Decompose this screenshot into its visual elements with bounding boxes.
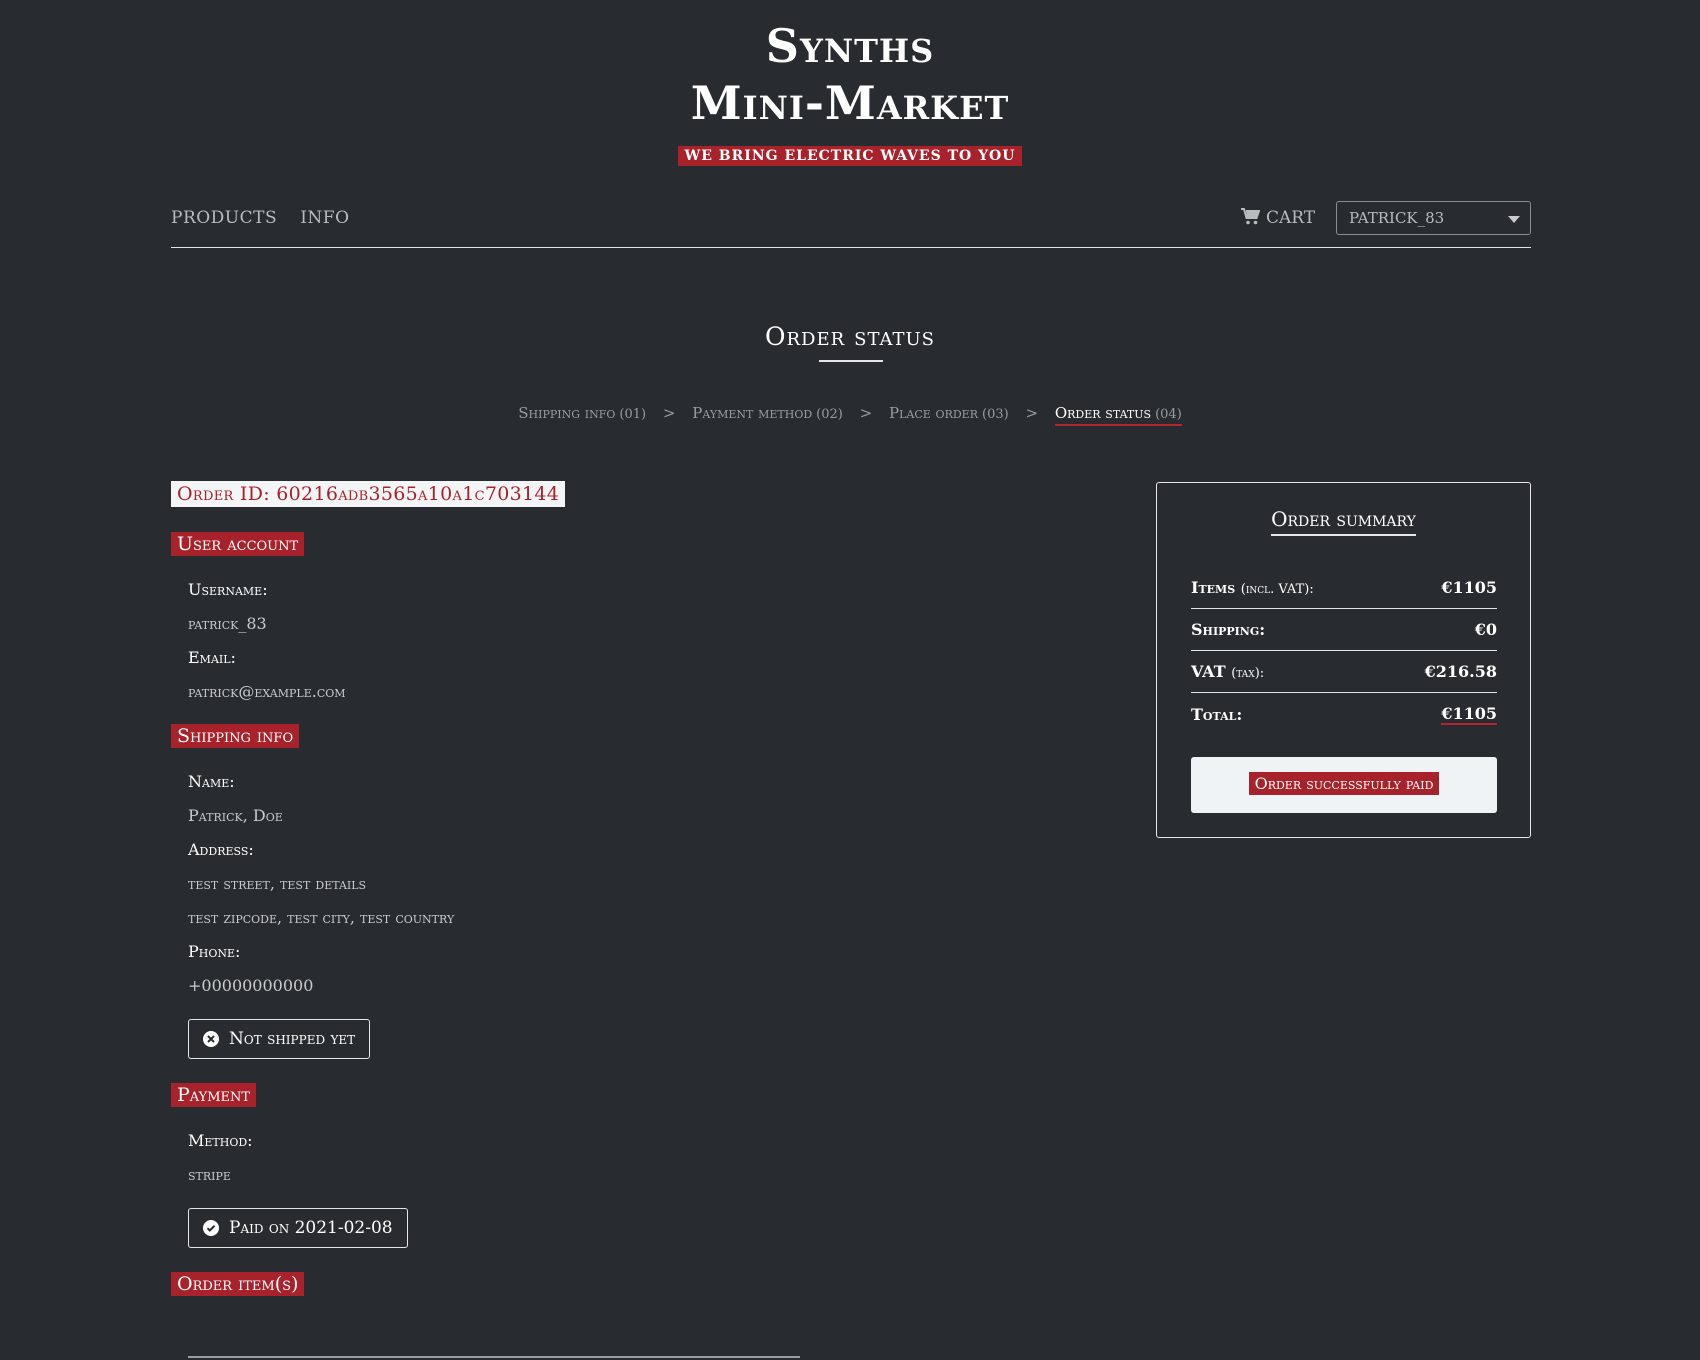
username-label: Username: <box>188 580 268 599</box>
address-line-1: test street, test details <box>188 874 367 893</box>
step-separator: > <box>1025 404 1039 422</box>
total-label: Total: <box>1191 704 1243 724</box>
vat-value: €216.58 <box>1424 662 1497 681</box>
items-value: €1105 <box>1441 578 1497 597</box>
order-summary-card: Order summary Items (incl. VAT): €1105 S… <box>1156 482 1531 838</box>
chevron-down-icon <box>1508 216 1520 223</box>
vat-label: VAT <box>1191 662 1226 681</box>
email-value: patrick@example.com <box>188 682 346 701</box>
cart-link[interactable]: CART <box>1241 208 1315 228</box>
order-id: Order ID: 60216adb3565a10a1c703144 <box>171 481 566 507</box>
payment-status-badge: Paid on 2021-02-08 <box>188 1208 408 1248</box>
shipping-status-badge: Not shipped yet <box>188 1019 371 1059</box>
method-label: Method: <box>188 1131 253 1150</box>
user-dropdown[interactable]: patrick_83 <box>1336 201 1531 235</box>
summary-row-items: Items (incl. VAT): €1105 <box>1191 567 1497 609</box>
payment-confirmation: Order successfully paid <box>1191 757 1497 813</box>
email-label: Email: <box>188 648 236 667</box>
name-value: Patrick, Doe <box>188 806 283 825</box>
site-brand: Synths Mini-Market <box>0 18 1700 132</box>
method-value: stripe <box>188 1165 231 1184</box>
summary-row-shipping: Shipping: €0 <box>1191 609 1497 651</box>
user-dropdown-value: patrick_83 <box>1349 209 1445 227</box>
x-circle-icon <box>203 1031 219 1047</box>
step-order-status[interactable]: Order status (04) <box>1054 404 1182 426</box>
shipping-status-text: Not shipped yet <box>229 1029 356 1049</box>
section-heading-user-account: User account <box>171 532 305 556</box>
shipping-label: Shipping: <box>1191 620 1266 639</box>
step-separator: > <box>859 404 873 422</box>
checkout-steps: Shipping info (01) > Payment method (02) >… <box>0 404 1700 426</box>
phone-label: Phone: <box>188 942 241 961</box>
items-sublabel: (incl. VAT): <box>1240 582 1314 597</box>
step-separator: > <box>662 404 676 422</box>
brand-title-line2: Mini-Market <box>690 76 1010 130</box>
main-nav: PRODUCTS INFO CART patrick_83 <box>171 201 1531 248</box>
brand-title-line1: Synths <box>765 19 935 73</box>
title-divider <box>819 360 883 362</box>
paid-status-badge: Order successfully paid <box>1248 772 1440 795</box>
address-label: Address: <box>188 840 254 859</box>
brand-tagline: WE BRING ELECTRIC WAVES TO YOU <box>677 146 1023 166</box>
total-value: €1105 <box>1441 703 1497 725</box>
address-line-2: test zipcode, test city, test country <box>188 908 455 927</box>
shipping-value: €0 <box>1474 620 1497 639</box>
page-title: Order status <box>765 322 935 351</box>
items-label: Items <box>1191 578 1236 597</box>
username-value: patrick_83 <box>188 614 267 633</box>
section-heading-shipping-info: Shipping info <box>171 724 300 748</box>
summary-row-total: Total: €1105 <box>1191 693 1497 735</box>
name-label: Name: <box>188 772 235 791</box>
section-heading-payment: Payment <box>171 1083 257 1107</box>
order-summary-title: Order summary <box>1271 507 1416 536</box>
check-circle-icon <box>203 1220 219 1236</box>
step-shipping-info[interactable]: Shipping info (01) <box>518 404 646 422</box>
summary-row-vat: VAT (tax): €216.58 <box>1191 651 1497 693</box>
phone-value: +00000000000 <box>188 976 314 995</box>
order-details: Order ID: 60216adb3565a10a1c703144 User … <box>171 481 1071 1296</box>
vat-sublabel: (tax): <box>1231 666 1265 681</box>
order-items-divider <box>188 1356 800 1358</box>
nav-link-products[interactable]: PRODUCTS <box>171 208 277 228</box>
cart-icon <box>1241 208 1261 225</box>
nav-link-info[interactable]: INFO <box>300 208 349 228</box>
section-heading-order-items: Order item(s) <box>171 1272 305 1296</box>
step-place-order[interactable]: Place order (03) <box>889 404 1009 422</box>
cart-label: CART <box>1266 208 1316 228</box>
payment-status-text: Paid on 2021-02-08 <box>229 1218 393 1238</box>
step-payment-method[interactable]: Payment method (02) <box>692 404 843 422</box>
